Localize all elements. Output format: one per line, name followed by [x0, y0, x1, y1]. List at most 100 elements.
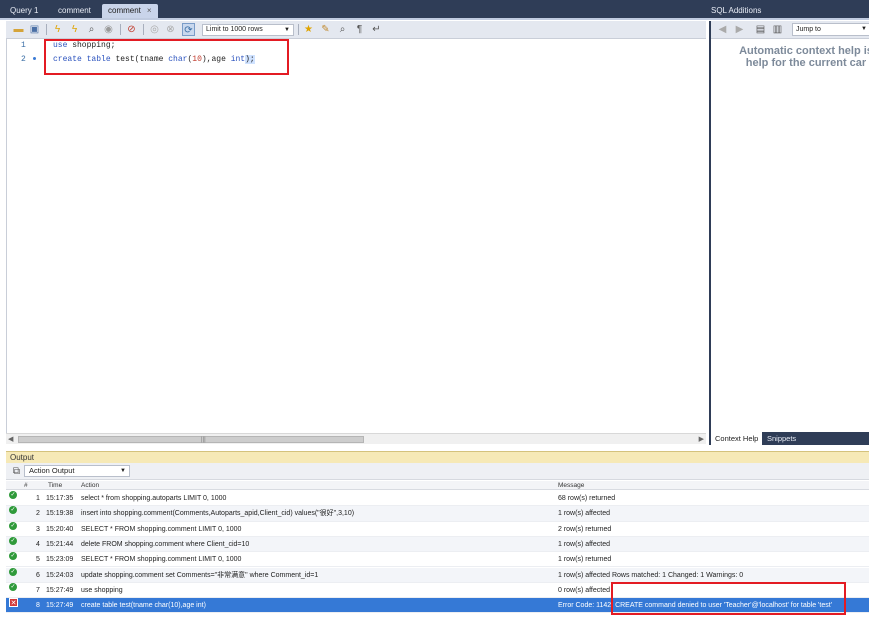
success-status-icon: ✓	[9, 536, 17, 545]
forward-icon[interactable]: ▶	[733, 23, 746, 36]
close-tab-icon[interactable]: ×	[147, 6, 152, 15]
invisibles-icon[interactable]: ¶	[353, 23, 366, 36]
tab-label: comment	[58, 6, 91, 15]
output-panel-header: Output	[6, 451, 869, 463]
success-status-icon: ✓	[9, 506, 17, 515]
beautify-icon[interactable]: ✎	[319, 23, 332, 36]
rollback-icon[interactable]: ⊗	[164, 23, 177, 36]
success-status-icon: ✓	[9, 491, 17, 499]
chevron-down-icon: ▼	[861, 26, 867, 32]
row-number: 2	[36, 510, 40, 518]
error-status-icon: ✕	[9, 598, 18, 608]
row-time: 15:27:49	[46, 586, 74, 594]
editor-toolbar: ▬ ▣ ϟ ϟ ⌕ ◉ ⊘ ◎ ⊗ ⟳ Limit to 1000 rows ▼ …	[6, 21, 706, 39]
row-message: 1 row(s) affected Rows matched: 1 Change…	[558, 571, 744, 579]
stop-icon[interactable]: ◉	[102, 23, 115, 36]
row-number: 6	[36, 571, 40, 579]
copy-icon[interactable]: ⧉	[10, 465, 23, 478]
sql-additions-title: SQL Additions	[711, 6, 762, 15]
action-output-value: Action Output	[29, 466, 75, 475]
row-message: 1 row(s) returned	[558, 556, 612, 564]
statement-marker-icon	[33, 57, 36, 60]
line-number: 2	[21, 55, 26, 64]
tab-context-help[interactable]: Context Help	[711, 432, 763, 445]
row-message: 0 row(s) affected	[558, 586, 611, 594]
add-snippet-icon[interactable]: ★	[302, 23, 315, 36]
open-folder-icon[interactable]: ▬	[12, 23, 25, 36]
success-status-icon: ✓	[9, 521, 17, 530]
toggle-error-icon[interactable]: ⊘	[125, 23, 138, 36]
tab-label: Query 1	[10, 6, 39, 15]
scroll-thumb[interactable]: |||	[18, 436, 364, 443]
row-time: 15:27:49	[46, 602, 74, 610]
save-icon[interactable]: ▣	[28, 23, 41, 36]
row-time: 15:19:38	[46, 510, 74, 518]
scroll-right-icon[interactable]: ▶	[699, 435, 704, 443]
output-row[interactable]: ✓ 3 15:20:40 SELECT * FROM shopping.comment…	[6, 521, 869, 537]
back-icon[interactable]: ◀	[716, 23, 729, 36]
tab-query-1[interactable]: Query 1	[4, 4, 44, 18]
execute-current-icon[interactable]: ϟ	[68, 23, 81, 36]
success-status-icon: ✓	[9, 552, 17, 561]
output-title: Output	[10, 453, 35, 462]
row-action: use shopping	[81, 586, 123, 594]
row-message: 68 row(s) returned	[558, 495, 616, 502]
row-time: 15:23:09	[46, 556, 74, 564]
column-header-number[interactable]: #	[24, 482, 28, 489]
commit-icon[interactable]: ◎	[148, 23, 161, 36]
error-message-highlight-box	[611, 582, 846, 615]
output-row[interactable]: ✓ 6 15:24:03 update shopping.comment set Co…	[6, 567, 869, 583]
code-highlight-box	[44, 39, 289, 75]
row-action: delete FROM shopping.comment where Clien…	[81, 540, 250, 548]
manual-help-icon[interactable]: ▥	[771, 23, 784, 36]
scroll-left-icon[interactable]: ◀	[8, 435, 13, 443]
success-status-icon: ✓	[9, 567, 17, 576]
column-header-action[interactable]: Action	[81, 482, 99, 489]
row-message: 2 row(s) returned	[558, 525, 612, 533]
row-number: 7	[36, 586, 40, 594]
row-number: 4	[36, 540, 40, 548]
limit-rows-select[interactable]: Limit to 1000 rows ▼	[202, 24, 294, 36]
output-row[interactable]: ✓ 2 15:19:38 insert into shopping.comment(C…	[6, 506, 869, 522]
tab-label: comment	[108, 6, 141, 15]
grid-header: # Time Action Message	[6, 481, 869, 490]
tab-comment[interactable]: comment	[52, 4, 97, 18]
jump-to-select[interactable]: Jump to ▼	[792, 23, 869, 36]
tab-snippets[interactable]: Snippets	[763, 432, 800, 445]
row-action: SELECT * FROM shopping.comment LIMIT 0, …	[81, 525, 242, 533]
output-toolbar: ⧉ Action Output ▼	[6, 463, 869, 480]
row-message: 1 row(s) affected	[558, 510, 611, 518]
row-number: 8	[36, 602, 40, 610]
row-action: SELECT * FROM shopping.comment LIMIT 0, …	[81, 556, 242, 564]
find-icon[interactable]: ⌕	[336, 23, 349, 36]
output-row[interactable]: ✓ 4 15:21:44 delete FROM shopping.comment w…	[6, 536, 869, 553]
toolbar-divider	[120, 24, 121, 35]
editor-horizontal-scrollbar[interactable]: ◀ ||| ▶	[6, 433, 706, 444]
column-header-time[interactable]: Time	[48, 482, 62, 489]
execute-icon[interactable]: ϟ	[51, 23, 64, 36]
sql-editor[interactable]: 1 use shopping; 2 create table test(tnam…	[6, 39, 706, 433]
line-number: 1	[21, 41, 26, 50]
tab-comment-active[interactable]: comment ×	[102, 4, 158, 18]
sql-additions-toolbar: ◀ ▶ ▤ ▥ Jump to ▼	[711, 21, 869, 39]
wrap-icon[interactable]: ↵	[370, 23, 383, 36]
toolbar-divider	[143, 24, 144, 35]
chevron-down-icon: ▼	[120, 468, 126, 474]
row-action: select * from shopping.autoparts LIMIT 0…	[81, 495, 227, 502]
row-action: create table test(tname char(10),age int…	[81, 602, 206, 610]
column-header-message[interactable]: Message	[558, 482, 584, 489]
auto-help-icon[interactable]: ▤	[754, 23, 767, 36]
row-message: 1 row(s) affected	[558, 540, 611, 548]
toolbar-divider	[298, 24, 299, 35]
output-row[interactable]: ✓ 1 15:17:35 select * from shopping.autopar…	[6, 491, 869, 507]
context-help-text: Automatic context help is help for the c…	[739, 45, 869, 69]
row-action: insert into shopping.comment(Comments,Au…	[81, 510, 355, 518]
output-row[interactable]: ✓ 5 15:23:09 SELECT * FROM shopping.comment…	[6, 552, 869, 568]
explain-icon[interactable]: ⌕	[85, 23, 98, 36]
grip-icon: |||	[201, 437, 206, 443]
sql-additions-tabs: Context Help Snippets	[711, 432, 869, 445]
toolbar-divider	[46, 24, 47, 35]
autocommit-icon[interactable]: ⟳	[182, 23, 195, 36]
row-time: 15:24:03	[46, 571, 74, 579]
action-output-select[interactable]: Action Output ▼	[24, 465, 130, 477]
